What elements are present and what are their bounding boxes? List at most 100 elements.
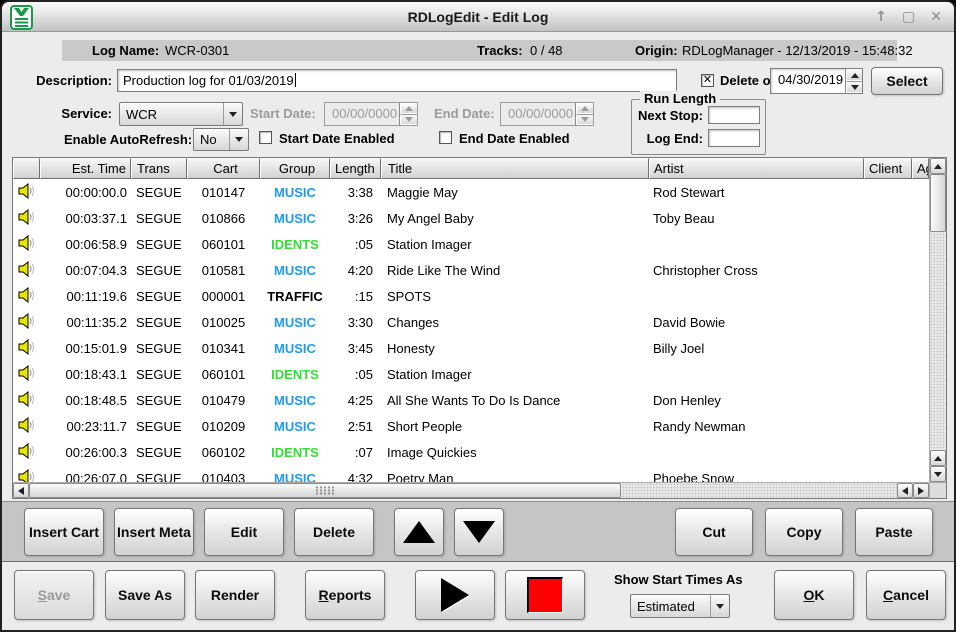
tracks-value: 0 / 48 [530, 43, 563, 58]
column-header-est-time[interactable]: Est. Time [40, 158, 131, 179]
select-date-button[interactable]: Select [871, 67, 943, 95]
move-up-button[interactable] [394, 508, 444, 556]
horizontal-scrollbar-thumb[interactable] [29, 483, 621, 498]
log-table-row[interactable]: 00:11:19.6 SEGUE 000001 TRAFFIC :15 SPOT… [13, 283, 929, 309]
row-cart: 000001 [187, 289, 260, 304]
description-input[interactable]: Production log for 01/03/2019 [117, 69, 677, 92]
log-table-row[interactable]: 00:15:01.9 SEGUE 010341 MUSIC 3:45 Hones… [13, 335, 929, 361]
shade-icon[interactable]: ↑ [875, 9, 887, 25]
row-group: MUSIC [260, 471, 330, 483]
column-header-group[interactable]: Group [260, 158, 330, 179]
row-cart: 010341 [187, 341, 260, 356]
spin-down-icon[interactable] [846, 81, 862, 93]
column-header-age[interactable]: Age [912, 158, 929, 179]
start-date-value: 00/00/0000 [325, 103, 399, 125]
row-trans: SEGUE [131, 185, 187, 200]
insert-meta-button[interactable]: Insert Meta [114, 508, 194, 556]
scroll-right-icon[interactable] [913, 483, 929, 498]
show-start-times-label: Show Start Times As [614, 572, 743, 587]
log-table-row[interactable]: 00:26:07.0 SEGUE 010403 MUSIC 4:32 Poetr… [13, 465, 929, 482]
delete-button[interactable]: Delete [294, 508, 374, 556]
row-length: 4:32 [330, 471, 381, 483]
row-title: SPOTS [381, 289, 649, 304]
row-length: 3:38 [330, 185, 381, 200]
log-table-header: Est. Time Trans Cart Group Length Title … [13, 158, 929, 179]
spin-up-icon[interactable] [846, 69, 862, 81]
audio-cart-icon [13, 469, 40, 483]
column-header-cart[interactable]: Cart [187, 158, 260, 179]
row-title: My Angel Baby [381, 211, 649, 226]
log-table-row[interactable]: 00:00:00.0 SEGUE 010147 MUSIC 3:38 Maggi… [13, 179, 929, 205]
audio-cart-icon [13, 417, 40, 436]
cut-button[interactable]: Cut [675, 508, 753, 556]
save-button[interactable]: Save [14, 570, 94, 620]
horizontal-scrollbar-track[interactable] [621, 483, 897, 498]
close-icon[interactable]: ✕ [930, 9, 942, 25]
log-table-row[interactable]: 00:23:11.7 SEGUE 010209 MUSIC 2:51 Short… [13, 413, 929, 439]
scroll-up-icon[interactable] [930, 450, 946, 466]
column-header-client[interactable]: Client [864, 158, 912, 179]
vertical-scrollbar[interactable] [929, 158, 946, 482]
column-header-title[interactable]: Title [381, 158, 649, 179]
up-arrow-icon [403, 521, 435, 543]
move-down-button[interactable] [454, 508, 504, 556]
scroll-up-icon[interactable] [930, 158, 946, 174]
row-group: IDENTS [260, 237, 330, 252]
scroll-down-icon[interactable] [930, 466, 946, 482]
row-group: MUSIC [260, 341, 330, 356]
end-date-enabled-checkbox[interactable] [439, 131, 452, 144]
column-header-artist[interactable]: Artist [649, 158, 864, 179]
column-header-trans[interactable]: Trans [131, 158, 187, 179]
reports-button[interactable]: Reports [305, 570, 385, 620]
horizontal-scrollbar[interactable] [13, 482, 929, 498]
log-table-row[interactable]: 00:18:43.1 SEGUE 060101 IDENTS :05 Stati… [13, 361, 929, 387]
row-group: MUSIC [260, 315, 330, 330]
row-length: 3:30 [330, 315, 381, 330]
log-table-row[interactable]: 00:06:58.9 SEGUE 060101 IDENTS :05 Stati… [13, 231, 929, 257]
column-header-length[interactable]: Length [330, 158, 381, 179]
delete-date-value[interactable]: 04/30/2019 [771, 69, 845, 93]
delete-date-spinbox[interactable]: 04/30/2019 [770, 68, 863, 94]
copy-button[interactable]: Copy [765, 508, 843, 556]
rdlogedit-app-icon [10, 5, 33, 33]
chevron-down-icon[interactable] [229, 129, 248, 150]
edit-button[interactable]: Edit [204, 508, 284, 556]
log-table-row[interactable]: 00:26:00.3 SEGUE 060102 IDENTS :07 Image… [13, 439, 929, 465]
ok-button[interactable]: OK [774, 570, 854, 620]
scroll-left-icon[interactable] [897, 483, 913, 498]
chevron-down-icon[interactable] [710, 595, 729, 617]
cancel-button[interactable]: Cancel [866, 570, 946, 620]
paste-button[interactable]: Paste [855, 508, 933, 556]
autorefresh-combobox[interactable]: No [193, 128, 249, 151]
row-est-time: 00:11:35.2 [40, 315, 131, 330]
maximize-icon[interactable]: ▢ [902, 9, 915, 25]
log-table-row[interactable]: 00:07:04.3 SEGUE 010581 MUSIC 4:20 Ride … [13, 257, 929, 283]
log-table-row[interactable]: 00:11:35.2 SEGUE 010025 MUSIC 3:30 Chang… [13, 309, 929, 335]
vertical-scrollbar-track[interactable] [930, 232, 946, 450]
audio-cart-icon [13, 339, 40, 358]
row-title: Poetry Man [381, 471, 649, 483]
play-button[interactable] [415, 570, 495, 620]
delete-on-checkbox[interactable] [701, 74, 714, 87]
end-date-label: End Date: [434, 106, 495, 121]
save-as-button[interactable]: Save As [105, 570, 185, 620]
service-combobox[interactable]: WCR [119, 102, 243, 126]
audio-cart-icon [13, 235, 40, 254]
row-est-time: 00:00:00.0 [40, 185, 131, 200]
title-bar[interactable]: RDLogEdit - Edit Log ↑ ▢ ✕ [2, 2, 954, 32]
log-table-row[interactable]: 00:18:48.5 SEGUE 010479 MUSIC 4:25 All S… [13, 387, 929, 413]
row-title: All She Wants To Do Is Dance [381, 393, 649, 408]
scroll-left-icon[interactable] [13, 483, 29, 498]
start-date-enabled-checkbox[interactable] [259, 131, 272, 144]
spin-down-icon [576, 114, 593, 125]
show-start-times-combobox[interactable]: Estimated [630, 594, 730, 618]
log-table-row[interactable]: 00:03:37.1 SEGUE 010866 MUSIC 3:26 My An… [13, 205, 929, 231]
insert-cart-button[interactable]: Insert Cart [24, 508, 104, 556]
chevron-down-icon[interactable] [223, 103, 242, 125]
render-button[interactable]: Render [195, 570, 275, 620]
vertical-scrollbar-thumb[interactable] [930, 174, 946, 232]
column-header-icon[interactable] [13, 158, 40, 179]
stop-button[interactable] [505, 570, 585, 620]
service-value: WCR [120, 107, 223, 122]
row-cart: 010209 [187, 419, 260, 434]
